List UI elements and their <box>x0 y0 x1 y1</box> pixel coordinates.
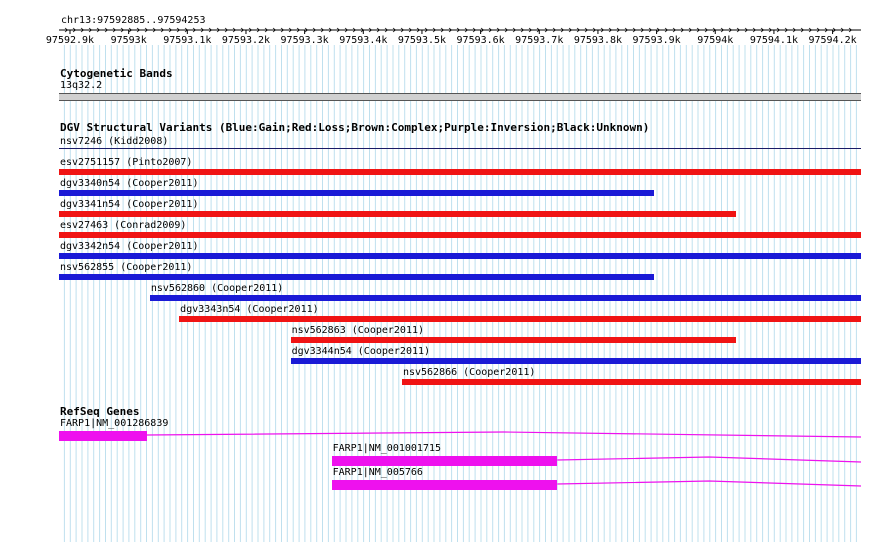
ruler-tick-label: 97593.2k <box>221 35 271 46</box>
cytoband-track-title: Cytogenetic Bands <box>60 67 173 80</box>
dgv-variant-label[interactable]: nsv7246 (Kidd2008) <box>60 136 168 148</box>
refseq-exon-block[interactable] <box>331 480 558 490</box>
ruler-tick-label: 97592.9k <box>45 35 95 46</box>
dgv-variant-bar[interactable] <box>290 337 737 343</box>
dgv-variant-label[interactable]: esv27463 (Conrad2009) <box>60 220 186 232</box>
ruler-tick-label: 97594k <box>697 35 734 46</box>
ruler-tick-label: 97593.3k <box>280 35 329 46</box>
dgv-variant-bar[interactable] <box>59 148 861 149</box>
refseq-gene-label[interactable]: FARP1|NM_005766 <box>333 467 423 479</box>
region-label: chr13:97592885..97594253 <box>61 15 206 26</box>
dgv-variant-bar[interactable] <box>290 358 861 364</box>
dgv-variant-bar[interactable] <box>59 253 861 259</box>
dgv-variant-label[interactable]: esv2751157 (Pinto2007) <box>60 157 192 169</box>
cytoband-label: 13q32.2 <box>60 80 103 91</box>
ruler-tick-label: 97593k <box>110 35 147 46</box>
refseq-gene-label[interactable]: FARP1|NM_001001715 <box>333 443 441 455</box>
dgv-variant-label[interactable]: nsv562860 (Cooper2011) <box>151 283 283 295</box>
genome-browser-view: chr13:97592885..97594253 97592.9k 97593k 9… <box>0 0 890 542</box>
ruler-tick-label: 97594.2k <box>808 35 857 46</box>
dgv-variant-bar[interactable] <box>59 232 861 238</box>
dgv-variant-bar[interactable] <box>59 190 655 196</box>
ruler-tick-label: 97593.4k <box>339 35 388 46</box>
dgv-variant-bar[interactable] <box>179 316 861 322</box>
dgv-variant-bar[interactable] <box>149 295 861 301</box>
ruler-tick-label: 97593.1k <box>163 35 212 46</box>
ruler-tick-label: 97593.7k <box>515 35 564 46</box>
ruler-tick-label: 97593.8k <box>573 35 623 46</box>
dgv-track-title: DGV Structural Variants (Blue:Gain;Red:L… <box>60 121 650 134</box>
ruler-tick-label: 97593.9k <box>632 35 681 46</box>
dgv-variant-label[interactable]: nsv562866 (Cooper2011) <box>403 367 535 379</box>
dgv-variant-label[interactable]: nsv562863 (Cooper2011) <box>292 325 424 337</box>
dgv-variant-bar[interactable] <box>401 379 861 385</box>
dgv-variant-label[interactable]: dgv3340n54 (Cooper2011) <box>60 178 198 190</box>
ruler-tick-label: 97593.6k <box>456 35 505 46</box>
refseq-track-title: RefSeq Genes <box>60 405 140 418</box>
dgv-variant-bar[interactable] <box>59 274 655 280</box>
ruler-tick-label: 97594.1k <box>749 35 798 46</box>
ruler-tick-label: 97593.5k <box>397 35 447 46</box>
refseq-exon-block[interactable] <box>59 431 147 441</box>
refseq-exon-block[interactable] <box>331 456 558 466</box>
dgv-variant-bar[interactable] <box>59 169 861 175</box>
dgv-variant-label[interactable]: dgv3343n54 (Cooper2011) <box>180 304 318 316</box>
dgv-variant-label[interactable]: dgv3341n54 (Cooper2011) <box>60 199 198 211</box>
dgv-variant-label[interactable]: dgv3342n54 (Cooper2011) <box>60 241 198 253</box>
dgv-variant-label[interactable]: dgv3344n54 (Cooper2011) <box>292 346 430 358</box>
refseq-gene-label[interactable]: FARP1|NM_001286839 <box>60 418 168 430</box>
dgv-variant-bar[interactable] <box>59 211 737 217</box>
dgv-variant-label[interactable]: nsv562855 (Cooper2011) <box>60 262 192 274</box>
cytoband-bar[interactable] <box>59 93 861 101</box>
